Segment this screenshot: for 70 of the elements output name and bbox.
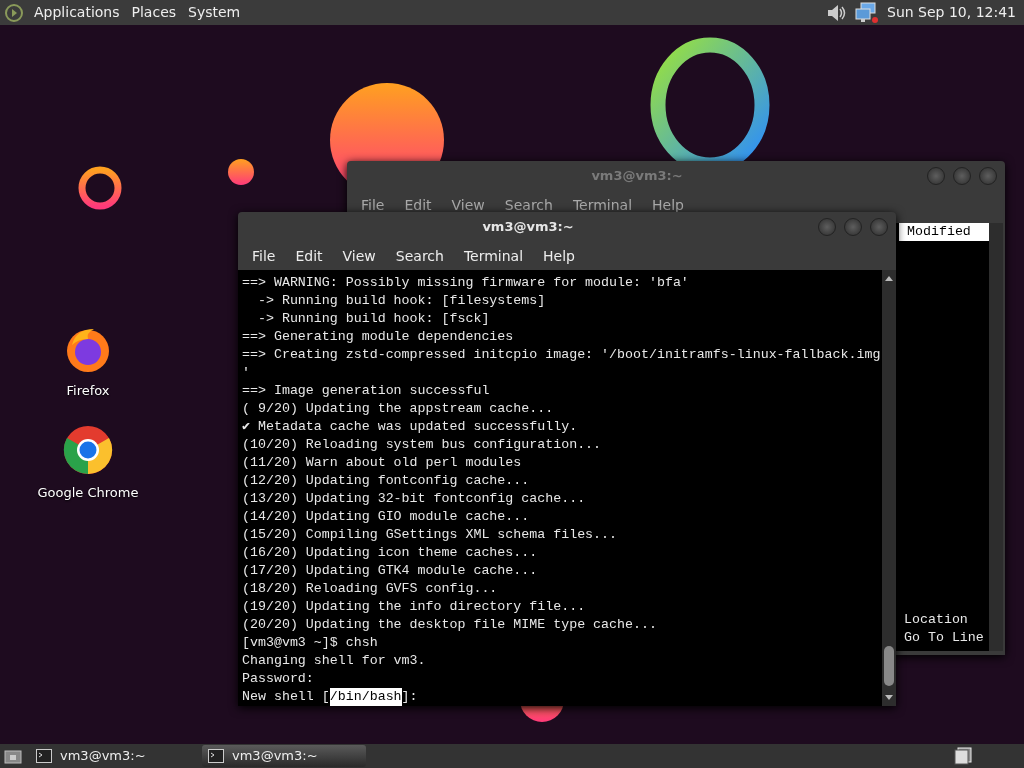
maximize-button[interactable] [953,167,971,185]
minimize-button[interactable] [818,218,836,236]
network-icon[interactable] [855,1,879,24]
terminal-line: ==> Image generation successful [242,382,491,400]
panel-menu[interactable]: Places [125,2,183,23]
menu-item[interactable]: View [332,245,386,267]
icon-label[interactable]: Google Chrome [37,483,139,503]
terminal-line: (19/20) Updating the info directory file... [242,598,587,616]
menu-item[interactable]: Terminal [562,194,643,216]
terminal-line: (15/20) Compiling GSettings XML schema files... [242,526,619,544]
menu-item[interactable]: View [441,194,495,216]
menu-item[interactable]: Search [385,245,454,267]
menu-item[interactable]: Edit [285,245,333,267]
taskbar-button[interactable]: vm3@vm3:~ [202,745,366,767]
menu-item[interactable]: Search [494,194,563,216]
panel-menu[interactable]: System [182,2,247,23]
close-button[interactable] [979,167,997,185]
terminal-line: (16/20) Updating icon theme caches... [242,544,539,562]
terminal-line: (10/20) Reloading system bus configuration... [242,436,603,454]
scroll-down-arrow-icon[interactable] [884,694,894,702]
browser-icon[interactable] [63,425,113,475]
selected-text: /bin/bash [329,688,402,706]
terminal-line: Changing shell for vm3. [242,652,427,670]
terminal-line: Password: [242,670,315,688]
menu-item[interactable]: File [351,194,395,216]
text-line: Go To Line [904,629,985,647]
terminal-line: (18/20) Reloading GVFS config... [242,580,499,598]
menu-item[interactable]: Terminal [453,245,534,267]
show-desktop-icon[interactable] [4,748,22,764]
maximize-button[interactable] [844,218,862,236]
terminal-line: -> Running build hook: [fsck] [256,310,491,328]
terminal-line: (13/20) Updating 32-bit fontconfig cache... [242,490,587,508]
scrollbar[interactable] [882,270,896,706]
workspace-icon[interactable] [954,747,972,765]
terminal-line: ==> WARNING: Possibly missing firmware for module: 'bfa' [242,274,690,292]
icon-label[interactable]: Firefox [66,381,110,401]
text-line: Location [904,611,969,629]
window-title: vm3@vm3:~ [590,167,684,186]
menu-item[interactable]: Edit [394,194,442,216]
menu-item[interactable]: Help [533,245,585,267]
speaker-icon[interactable] [825,2,847,23]
close-button[interactable] [870,218,888,236]
app-menu-icon[interactable] [4,2,24,23]
terminal-line: ( 9/20) Updating the appstream cache... [242,400,555,418]
minimize-button[interactable] [927,167,945,185]
terminal-icon [208,749,224,763]
prompt-text: ]: [401,688,418,706]
terminal-line: (17/20) Updating GTK4 module cache... [242,562,539,580]
terminal-line: ==> Generating module dependencies [242,328,515,346]
column-header: Modified [899,223,989,241]
prompt-text: New shell [ [242,688,330,706]
terminal-line: -> Running build hook: [filesystems] [256,292,547,310]
scrollbar[interactable] [989,223,1003,651]
terminal-line: (20/20) Updating the desktop file MIME type cache... [242,616,658,634]
terminal-icon [36,749,52,763]
panel-menu[interactable]: Applications [28,2,126,23]
menu-item[interactable]: File [242,245,286,267]
taskbar-button[interactable]: vm3@vm3:~ [30,745,194,767]
terminal-line: ✔ Metadata cache was updated successfully. [242,418,579,436]
terminal-line: (11/20) Warn about old perl modules [242,454,523,472]
window-title: vm3@vm3:~ [481,218,575,237]
menu-item[interactable]: Help [642,194,694,216]
scroll-up-arrow-icon[interactable] [884,274,894,282]
terminal-line: ' [242,364,251,382]
scrollbar-thumb[interactable] [884,646,894,686]
clock[interactable]: Sun Sep 10, 12:41 [887,2,1020,23]
terminal-line: [vm3@vm3 ~]$ chsh [242,634,379,652]
terminal-line: ==> Creating zstd-compressed initcpio image: '/boot/initramfs-linux-fallback.img [242,346,882,364]
terminal-line: (12/20) Updating fontconfig cache... [242,472,531,490]
terminal-line: (14/20) Updating GIO module cache... [242,508,531,526]
